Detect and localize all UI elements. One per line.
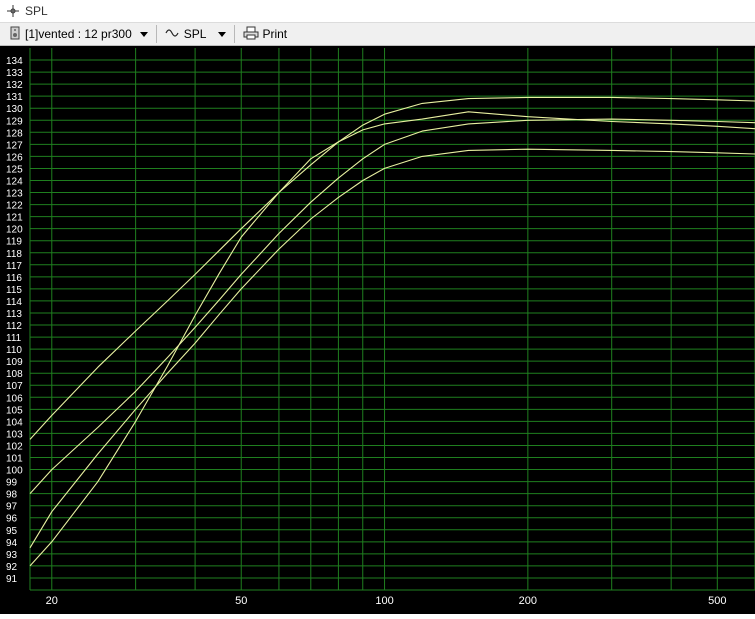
x-tick-label: 500 [708,595,726,607]
y-tick-label: 119 [6,237,22,248]
y-tick-label: 128 [6,128,23,139]
x-tick-label: 200 [519,595,537,607]
spl-chart[interactable]: 91 92 93 94 95 96 97 98 99 100 101 102 103 104 105 106 1… [0,46,755,614]
crosshair-icon [6,4,20,18]
y-tick-label: 102 [6,441,23,452]
y-tick-label: 113 [6,309,22,320]
print-button[interactable]: Print [239,23,291,45]
y-tick-label: 92 [6,562,18,573]
toolbar-divider [234,25,236,43]
y-tick-label: 104 [6,417,23,428]
spl-curve-2 [29,118,755,494]
y-tick-label: 116 [6,273,22,284]
print-label: Print [262,27,288,41]
y-tick-label: 93 [6,550,18,561]
y-tick-label: 97 [6,502,18,513]
y-tick-label: 112 [6,321,22,332]
project-select[interactable]: [1]vented : 12 pr300 [6,23,152,45]
y-tick-label: 117 [6,261,22,272]
spl-curve-4 [29,148,755,549]
y-tick-label: 114 [6,297,22,308]
y-tick-label: 122 [6,201,23,212]
speaker-icon [10,26,20,43]
y-tick-label: 108 [6,369,23,380]
window-title: SPL [25,4,48,18]
y-tick-label: 129 [6,116,23,127]
y-tick-label: 100 [6,466,23,477]
y-tick-label: 133 [6,68,23,79]
y-tick-label: 96 [6,514,18,525]
y-tick-label: 107 [6,381,23,392]
toolbar-divider [155,25,157,43]
project-select-value: [1]vented : 12 pr300 [25,27,132,41]
x-tick-label: 20 [46,595,58,607]
spl-curve-3 [29,111,755,567]
y-tick-label: 115 [6,285,22,296]
view-select[interactable]: SPL [161,23,231,45]
view-select-value: SPL [183,27,207,41]
y-tick-label: 105 [6,405,23,416]
y-tick-label: 98 [6,490,18,501]
y-tick-label: 91 [6,574,18,585]
y-tick-label: 131 [6,92,23,103]
y-tick-label: 99 [6,478,18,489]
spl-chart-svg[interactable]: 9192939495969798991001011021031041051061… [0,46,755,614]
chevron-down-icon[interactable] [218,31,227,37]
y-tick-label: 130 [6,104,23,115]
window-titlebar: SPL [0,0,755,22]
waveform-icon [165,27,181,42]
y-tick-label: 101 [6,454,23,465]
y-tick-label: 120 [6,225,23,236]
y-tick-label: 111 [6,333,22,344]
y-tick-label: 103 [6,429,23,440]
x-tick-label: 50 [235,595,247,607]
toolbar: [1]vented : 12 pr300 SPL Print [0,22,755,46]
y-tick-label: 106 [6,393,23,404]
y-tick-label: 125 [6,164,23,175]
y-tick-label: 132 [6,80,23,91]
y-tick-label: 118 [6,249,22,260]
x-tick-label: 100 [375,595,393,607]
chevron-down-icon[interactable] [139,31,148,37]
printer-icon [243,26,259,43]
y-tick-label: 126 [6,152,23,163]
y-tick-label: 121 [6,213,23,224]
y-tick-label: 124 [6,176,23,187]
y-tick-label: 110 [6,345,22,356]
y-tick-label: 123 [6,189,23,200]
y-tick-label: 94 [6,538,18,549]
y-tick-label: 134 [6,56,23,67]
y-tick-label: 109 [6,357,23,368]
y-tick-label: 95 [6,526,18,537]
y-tick-label: 127 [6,140,23,151]
